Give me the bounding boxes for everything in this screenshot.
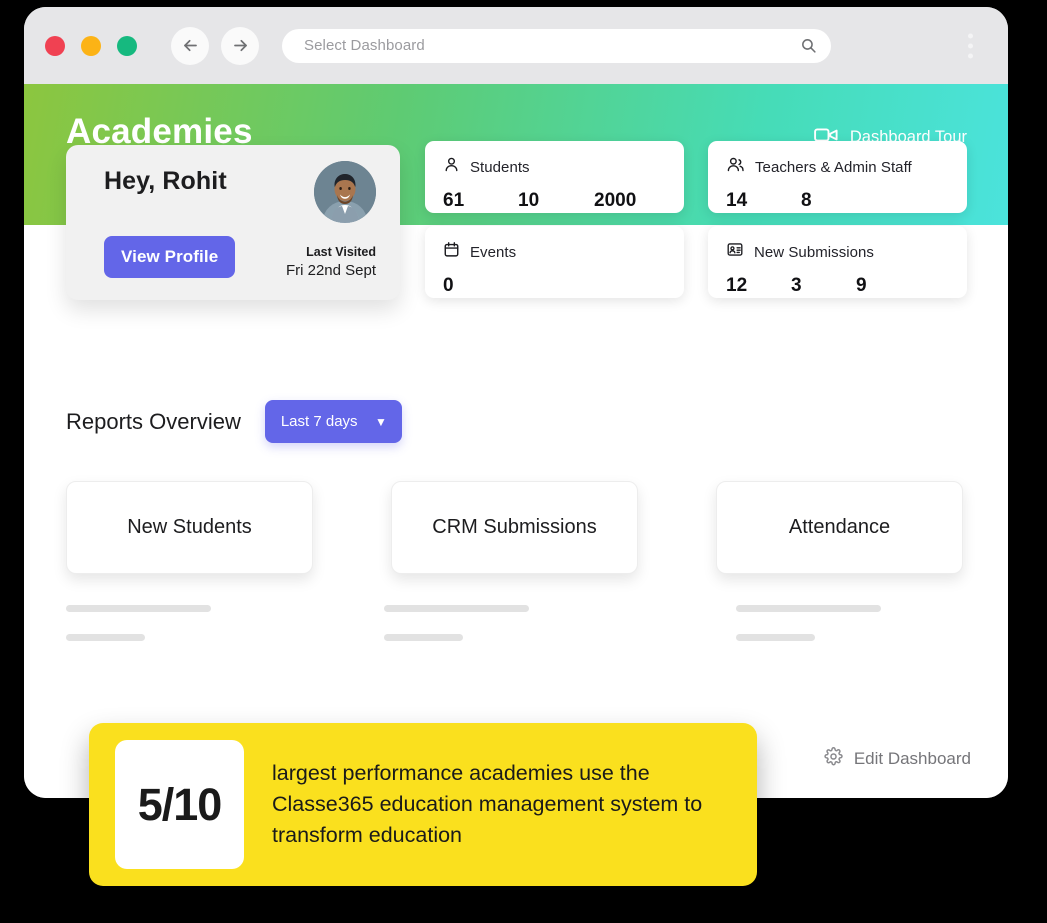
stat-value: 0 (443, 275, 454, 296)
id-card-icon (726, 241, 744, 263)
edit-dashboard-label: Edit Dashboard (853, 749, 971, 768)
arrow-left-icon (181, 36, 200, 55)
stat-label: Students (470, 158, 530, 176)
last-visited-value: Fri 22nd Sept (285, 262, 376, 279)
placeholder-bar (384, 605, 529, 612)
date-range-select[interactable]: Last 7 days ▼ (264, 400, 402, 443)
stat-value: 3 (791, 275, 802, 296)
last-visited: Last Visited Fri 22nd Sept (286, 245, 376, 279)
browser-window: Select Dashboard Academies Dashboard Tou… (24, 7, 1008, 798)
stat-label: New Submissions (754, 243, 874, 261)
calendar-icon (443, 241, 460, 263)
stat-value: 61 (443, 190, 465, 211)
placeholder-group (66, 605, 211, 641)
placeholder-bar (384, 634, 463, 641)
reports-overview-title: Reports Overview (66, 408, 241, 434)
forward-button[interactable] (221, 26, 259, 65)
placeholder-group (384, 605, 529, 641)
date-range-value: Last 7 days (280, 413, 358, 430)
dashboard-content: Hey, Rohit View Profile Last Visited Fri… (24, 141, 1008, 798)
stat-value: 14 (726, 190, 748, 211)
stat-card-teachers[interactable]: Teachers & Admin Staff 14 8 (708, 141, 967, 213)
stat-value: 12 (726, 275, 748, 296)
gear-icon (824, 747, 843, 771)
stat-label: Events (470, 243, 517, 261)
stat-card-events[interactable]: Events 0 (425, 226, 684, 298)
reports-header: Reports Overview Last 7 days ▼ (66, 400, 402, 443)
stat-value: 8 (801, 190, 812, 211)
placeholder-group (736, 605, 881, 641)
stat-value: 9 (856, 275, 867, 296)
search-input[interactable]: Select Dashboard (304, 37, 800, 54)
kebab-menu-icon[interactable] (968, 33, 973, 58)
search-icon[interactable] (800, 37, 817, 54)
address-bar[interactable]: Select Dashboard (282, 28, 831, 63)
placeholder-bar (736, 605, 881, 612)
placeholder-bar (66, 605, 211, 612)
report-card-attendance[interactable]: Attendance (716, 481, 963, 574)
stat-label: Teachers & Admin Staff (755, 158, 912, 176)
stat-value: 2000 (594, 190, 637, 211)
person-icon (443, 156, 460, 178)
placeholder-bar (66, 634, 145, 641)
promo-callout: 5/10 largest performance academies use t… (89, 723, 757, 886)
stat-card-new-submissions[interactable]: New Submissions 12 3 9 (708, 226, 967, 298)
avatar-illustration (314, 161, 376, 223)
people-icon (726, 156, 745, 178)
stat-card-students[interactable]: Students 61 10 2000 (425, 141, 684, 213)
page-root: Select Dashboard Academies Dashboard Tou… (0, 0, 1047, 923)
profile-card: Hey, Rohit View Profile Last Visited Fri… (66, 145, 400, 300)
callout-text: largest performance academies use the Cl… (272, 760, 703, 848)
view-profile-button[interactable]: View Profile (104, 236, 236, 278)
maximize-window-button[interactable] (117, 35, 137, 56)
avatar (314, 161, 376, 223)
minimize-window-button[interactable] (81, 35, 101, 56)
navigation-buttons (171, 26, 259, 65)
back-button[interactable] (171, 26, 209, 65)
report-card-crm-submissions[interactable]: CRM Submissions (391, 481, 638, 574)
window-controls (45, 35, 137, 56)
callout-badge: 5/10 (115, 740, 244, 869)
last-visited-label: Last Visited (306, 245, 376, 259)
placeholder-bar (736, 634, 815, 641)
chevron-down-icon: ▼ (374, 414, 387, 429)
close-window-button[interactable] (45, 35, 65, 56)
browser-chrome: Select Dashboard (24, 7, 1008, 84)
arrow-right-icon (231, 36, 250, 55)
report-card-new-students[interactable]: New Students (66, 481, 313, 574)
stat-value: 10 (518, 190, 540, 211)
edit-dashboard-button[interactable]: Edit Dashboard (824, 747, 971, 771)
